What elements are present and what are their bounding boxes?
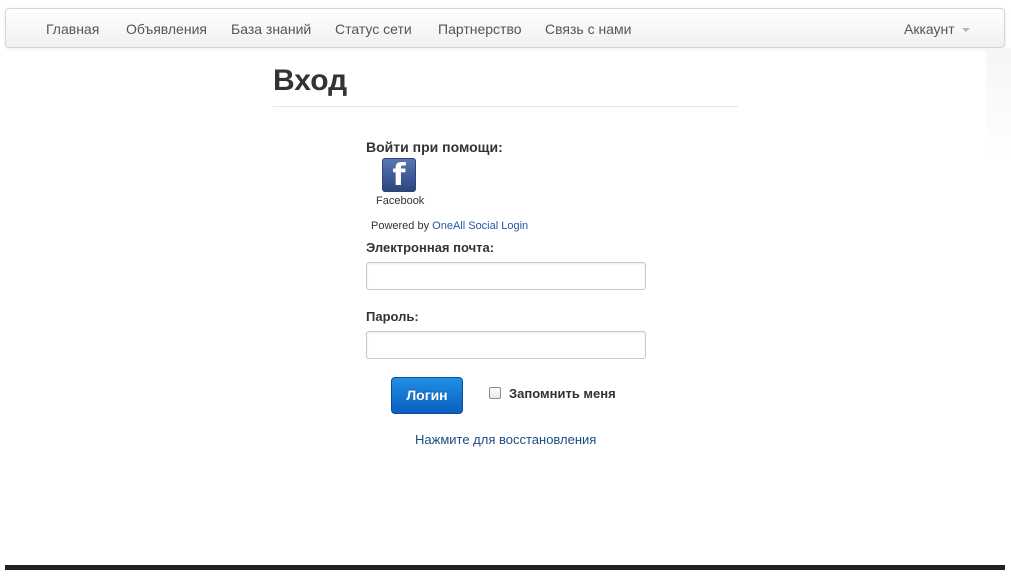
oneall-link[interactable]: OneAll Social Login [432,220,528,232]
page-title: Вход [273,64,348,97]
powered-by-prefix: Powered by [371,220,430,232]
facebook-login-button[interactable]: f [382,158,416,193]
password-recovery-link[interactable]: Нажмите для восстановления [415,432,596,447]
email-label: Электронная почта: [366,240,495,255]
facebook-label: Facebook [376,195,425,207]
password-label: Пароль: [366,309,419,324]
nav-item-home[interactable]: Главная [46,9,99,49]
nav-item-announcements[interactable]: Объявления [126,9,207,49]
top-navbar: Главная Объявления База знаний Статус се… [5,8,1005,48]
password-field[interactable] [366,331,646,359]
login-button[interactable]: Логин [391,377,463,414]
facebook-icon: f [392,158,406,193]
powered-by: Powered by OneAll Social Login [371,220,528,232]
remember-me-checkbox[interactable] [489,387,501,399]
nav-item-network-status[interactable]: Статус сети [335,9,412,49]
side-shadow [986,48,1011,158]
email-field[interactable] [366,262,646,290]
social-login-heading: Войти при помощи: [366,139,503,155]
remember-me-label[interactable]: Запомнить меня [509,386,616,401]
nav-item-knowledge-base[interactable]: База знаний [231,9,311,49]
account-menu[interactable]: Аккаунт [904,9,970,49]
footer-bar [5,565,1005,570]
title-divider [273,106,738,107]
nav-item-partnership[interactable]: Партнерство [438,9,522,49]
account-label: Аккаунт [904,21,955,37]
chevron-down-icon [961,28,970,33]
nav-item-contact[interactable]: Связь с нами [545,9,631,49]
